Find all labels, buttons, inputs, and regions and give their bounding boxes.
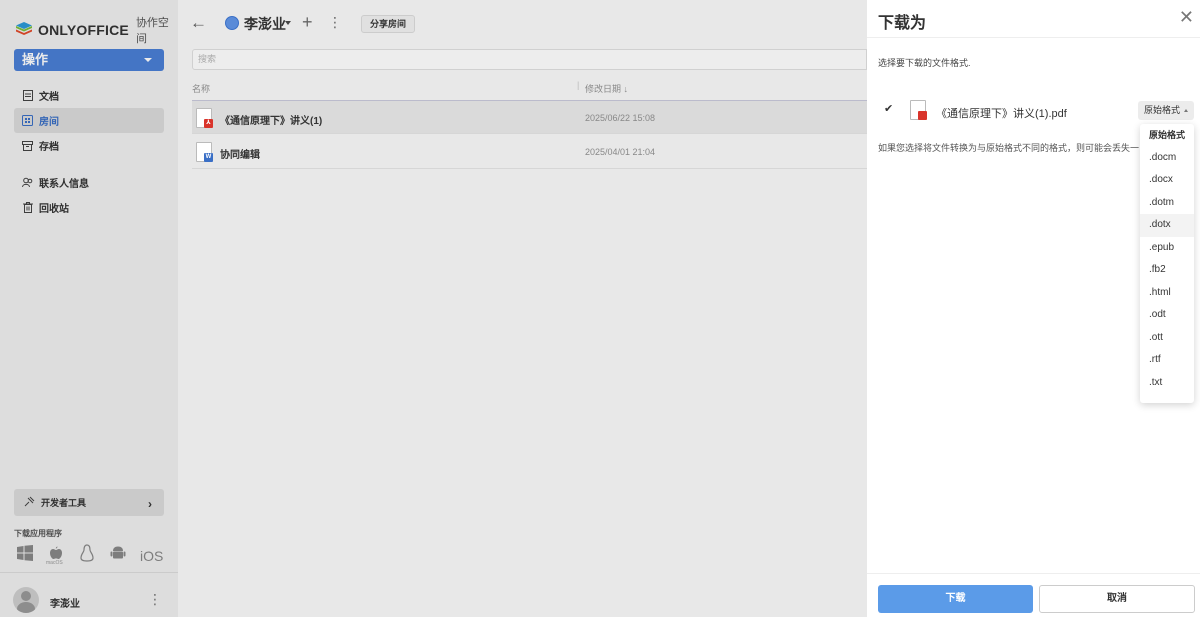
ios-icon[interactable]: iOS bbox=[140, 548, 163, 564]
sidebar-item-label: 房间 bbox=[39, 117, 59, 128]
os-download-links: macOS iOS bbox=[16, 544, 163, 567]
onlyoffice-logo-icon bbox=[14, 20, 34, 40]
document-icon bbox=[22, 90, 33, 101]
panel-hint: 选择要下载的文件格式. bbox=[878, 58, 971, 68]
column-separator[interactable]: | bbox=[577, 80, 579, 90]
format-option[interactable]: .dotm bbox=[1140, 192, 1194, 215]
format-select-value: 原始格式 bbox=[1144, 105, 1181, 115]
developer-tools-button[interactable]: 开发者工具 › bbox=[14, 489, 164, 516]
pdf-badge-icon bbox=[918, 111, 927, 120]
format-option[interactable]: 原始格式 bbox=[1140, 124, 1194, 147]
windows-icon[interactable] bbox=[16, 545, 34, 566]
more-vertical-icon[interactable]: ⋮ bbox=[328, 14, 342, 31]
pdf-file-icon bbox=[910, 100, 927, 120]
room-title[interactable]: 李澎业 bbox=[244, 14, 286, 34]
panel-title: 下载为 bbox=[878, 15, 927, 32]
user-profile[interactable]: 李澎业 ⋮ bbox=[0, 572, 178, 617]
sidebar-item-label: 回收站 bbox=[39, 204, 69, 215]
format-option[interactable]: .epub bbox=[1140, 237, 1194, 260]
contacts-icon bbox=[22, 177, 33, 188]
sidebar-item-documents[interactable]: 文档 bbox=[14, 83, 164, 108]
plus-icon[interactable]: + bbox=[302, 12, 313, 33]
linux-icon[interactable] bbox=[78, 544, 96, 567]
sidebar-item-label: 存档 bbox=[39, 142, 59, 153]
file-date: 2025/06/22 15:08 bbox=[585, 113, 656, 123]
sort-down-icon: ↓ bbox=[623, 84, 629, 94]
format-dropdown: 原始格式 .docm .docx .dotm .dotx .epub .fb2 … bbox=[1140, 124, 1194, 403]
selected-file-name: 《通信原理下》讲义(1).pdf bbox=[936, 108, 1067, 120]
app-logo[interactable]: ONLYOFFICE 协作空间 bbox=[14, 14, 178, 46]
logo-text: ONLYOFFICE bbox=[38, 22, 129, 38]
sidebar: ONLYOFFICE 协作空间 操作 文档 房间 存档 联系人信息 回收站 开发… bbox=[0, 0, 178, 617]
macos-icon[interactable]: macOS bbox=[46, 546, 65, 566]
cancel-button[interactable]: 取消 bbox=[1039, 585, 1195, 613]
chevron-right-icon: › bbox=[148, 497, 152, 511]
chevron-up-icon bbox=[1184, 109, 1188, 112]
avatar[interactable] bbox=[13, 587, 39, 613]
format-option[interactable]: .docm bbox=[1140, 147, 1194, 170]
pdf-badge-icon: ⅄ bbox=[204, 119, 213, 128]
sidebar-item-archive[interactable]: 存档 bbox=[14, 133, 164, 158]
user-name: 李澎业 bbox=[50, 599, 80, 610]
format-option[interactable]: .fb2 bbox=[1140, 259, 1194, 282]
developer-tools-label: 开发者工具 bbox=[41, 498, 87, 508]
chevron-down-icon[interactable] bbox=[285, 21, 291, 25]
search-input[interactable]: 搜索 bbox=[192, 49, 867, 70]
table-row[interactable]: ⅄ 《通信原理下》讲义(1) 2025/06/22 15:08 bbox=[192, 100, 867, 134]
globe-icon bbox=[225, 16, 239, 30]
table-header: 名称 | 修改日期 ↓ bbox=[192, 77, 867, 100]
checkmark-icon[interactable]: ✔ bbox=[884, 103, 896, 115]
column-header-name[interactable]: 名称 bbox=[192, 82, 210, 95]
chevron-down-icon bbox=[144, 58, 152, 62]
docx-file-icon: W bbox=[196, 142, 213, 162]
share-room-button[interactable]: 分享房间 bbox=[361, 15, 416, 33]
archive-icon bbox=[22, 140, 33, 151]
format-option[interactable]: .html bbox=[1140, 282, 1194, 305]
format-option[interactable]: .ott bbox=[1140, 327, 1194, 350]
trash-icon bbox=[22, 202, 33, 213]
file-date: 2025/04/01 21:04 bbox=[585, 147, 656, 157]
actions-button-label: 操作 bbox=[22, 52, 49, 67]
main-content: ← 李澎业 + ⋮ 分享房间 搜索 名称 | 修改日期 ↓ ⅄ 《通信原理下》讲… bbox=[178, 0, 867, 617]
format-option[interactable]: .rtf bbox=[1140, 349, 1194, 372]
sidebar-item-label: 联系人信息 bbox=[39, 179, 89, 190]
format-option[interactable]: .odt bbox=[1140, 304, 1194, 327]
sidebar-item-rooms[interactable]: 房间 bbox=[14, 108, 164, 133]
format-option[interactable]: .txt bbox=[1140, 372, 1194, 395]
more-vertical-icon[interactable]: ⋮ bbox=[148, 591, 162, 608]
download-button[interactable]: 下载 bbox=[878, 585, 1033, 613]
logo-subtitle: 协作空间 bbox=[135, 17, 169, 45]
actions-button[interactable]: 操作 bbox=[14, 49, 164, 71]
column-header-date-label: 修改日期 bbox=[585, 84, 622, 94]
docx-badge-icon: W bbox=[204, 153, 213, 162]
column-header-date[interactable]: 修改日期 ↓ bbox=[585, 82, 628, 95]
conversion-warning: 如果您选择将文件转换为与原始格式不同的格式，则可能会丢失一 bbox=[878, 143, 1140, 153]
format-option[interactable]: .docx bbox=[1140, 169, 1194, 192]
divider bbox=[867, 37, 1200, 38]
format-select[interactable]: 原始格式 bbox=[1138, 101, 1194, 120]
divider bbox=[867, 573, 1200, 574]
sidebar-item-label: 文档 bbox=[39, 92, 59, 103]
macos-label: macOS bbox=[46, 560, 63, 566]
rooms-icon bbox=[22, 115, 33, 126]
back-arrow-icon[interactable]: ← bbox=[190, 13, 207, 33]
android-icon[interactable] bbox=[109, 545, 127, 566]
developer-tools-icon bbox=[24, 496, 35, 509]
file-name: 《通信原理下》讲义(1) bbox=[220, 116, 323, 127]
close-icon[interactable]: ✕ bbox=[1179, 7, 1194, 28]
table-row[interactable]: W 协同编辑 2025/04/01 21:04 bbox=[192, 135, 867, 169]
file-name: 协同编辑 bbox=[220, 150, 260, 161]
sidebar-item-contacts[interactable]: 联系人信息 bbox=[14, 170, 164, 195]
sidebar-item-trash[interactable]: 回收站 bbox=[14, 195, 164, 220]
download-as-panel: 下载为 ✕ 选择要下载的文件格式. ✔ 《通信原理下》讲义(1).pdf 原始格… bbox=[867, 0, 1200, 617]
download-apps-label: 下载应用程序 bbox=[14, 529, 62, 538]
room-header: ← 李澎业 + ⋮ 分享房间 bbox=[178, 0, 867, 46]
pdf-file-icon: ⅄ bbox=[196, 108, 213, 128]
format-option[interactable]: .dotx bbox=[1140, 214, 1194, 237]
